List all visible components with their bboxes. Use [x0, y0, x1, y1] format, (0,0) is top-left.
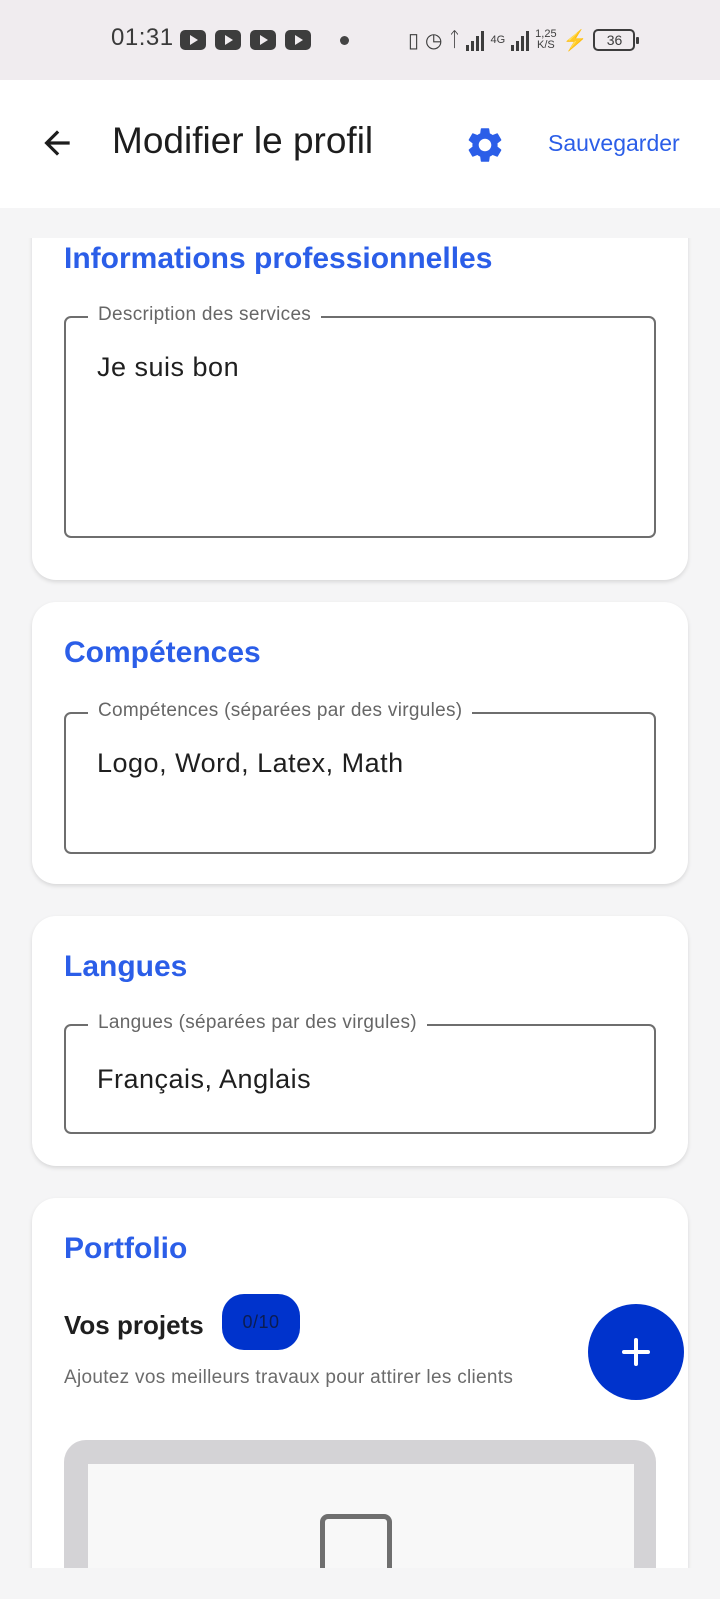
alarm-icon: ◷: [425, 29, 443, 52]
network-type: 4G: [490, 33, 506, 46]
status-time: 01:31: [111, 24, 174, 51]
languages-card: Langues Langues (séparées par des virgul…: [32, 916, 688, 1166]
charging-icon: ⚡: [562, 29, 588, 52]
projects-label: Vos projets: [64, 1310, 204, 1340]
settings-gear-icon[interactable]: [464, 124, 506, 166]
bluetooth-icon: ᛏ: [448, 28, 461, 51]
signal-icon: [466, 29, 485, 51]
portfolio-card: Portfolio Vos projets 0/10 Ajoutez vos m…: [32, 1198, 688, 1568]
services-description-field[interactable]: Description des services Je suis bon: [64, 304, 656, 538]
skills-title: Compétences: [64, 636, 261, 669]
vibrate-icon: ▯: [408, 29, 420, 52]
services-description-label: Description des services: [88, 304, 322, 326]
network-speed-unit: K/S: [537, 39, 555, 51]
signal-icon-2: [511, 29, 530, 51]
project-image-area: [88, 1464, 634, 1568]
languages-label: Langues (séparées par des virgules): [88, 1012, 427, 1034]
portfolio-help-text: Ajoutez vos meilleurs travaux pour attir…: [64, 1367, 514, 1388]
projects-count-badge: 0/10: [222, 1294, 300, 1350]
youtube-notification-icon: [180, 30, 206, 50]
portfolio-title: Portfolio: [64, 1232, 188, 1265]
bottom-nav-strip: [0, 1568, 720, 1599]
skills-label: Compétences (séparées par des virgules): [88, 700, 473, 722]
youtube-notification-icon: [250, 30, 276, 50]
languages-title: Langues: [64, 950, 188, 983]
languages-value: Français, Anglais: [97, 1064, 312, 1094]
status-bar: 01:31 ▯ ◷ ᛏ 4G 1,25 K/S ⚡ 36: [0, 0, 720, 80]
skills-field[interactable]: Compétences (séparées par des virgules) …: [64, 700, 656, 854]
youtube-notification-icon: [215, 30, 241, 50]
save-button[interactable]: Sauvegarder: [548, 130, 680, 157]
profile-form[interactable]: Informations professionnelles Descriptio…: [0, 238, 720, 1568]
page-title: Modifier le profil: [112, 120, 374, 161]
project-card[interactable]: [64, 1440, 656, 1568]
status-icons: ▯ ◷ ᛏ 4G 1,25 K/S ⚡ 36: [408, 26, 640, 54]
battery-icon: 36: [593, 29, 640, 51]
youtube-notification-icon: [285, 30, 311, 50]
network-speed: 1,25 K/S: [535, 29, 556, 51]
services-description-value: Je suis bon: [97, 352, 240, 382]
professional-info-card: Informations professionnelles Descriptio…: [32, 238, 688, 580]
back-arrow-icon[interactable]: [38, 124, 76, 162]
image-placeholder-icon: [320, 1514, 392, 1568]
professional-info-title: Informations professionnelles: [64, 242, 493, 275]
skills-value: Logo, Word, Latex, Math: [97, 748, 404, 778]
app-bar: Modifier le profil Sauvegarder: [0, 80, 720, 208]
add-project-button[interactable]: [588, 1304, 684, 1400]
more-notifications-dot: [340, 36, 349, 45]
languages-field[interactable]: Langues (séparées par des virgules) Fran…: [64, 1012, 656, 1134]
skills-card: Compétences Compétences (séparées par de…: [32, 602, 688, 884]
